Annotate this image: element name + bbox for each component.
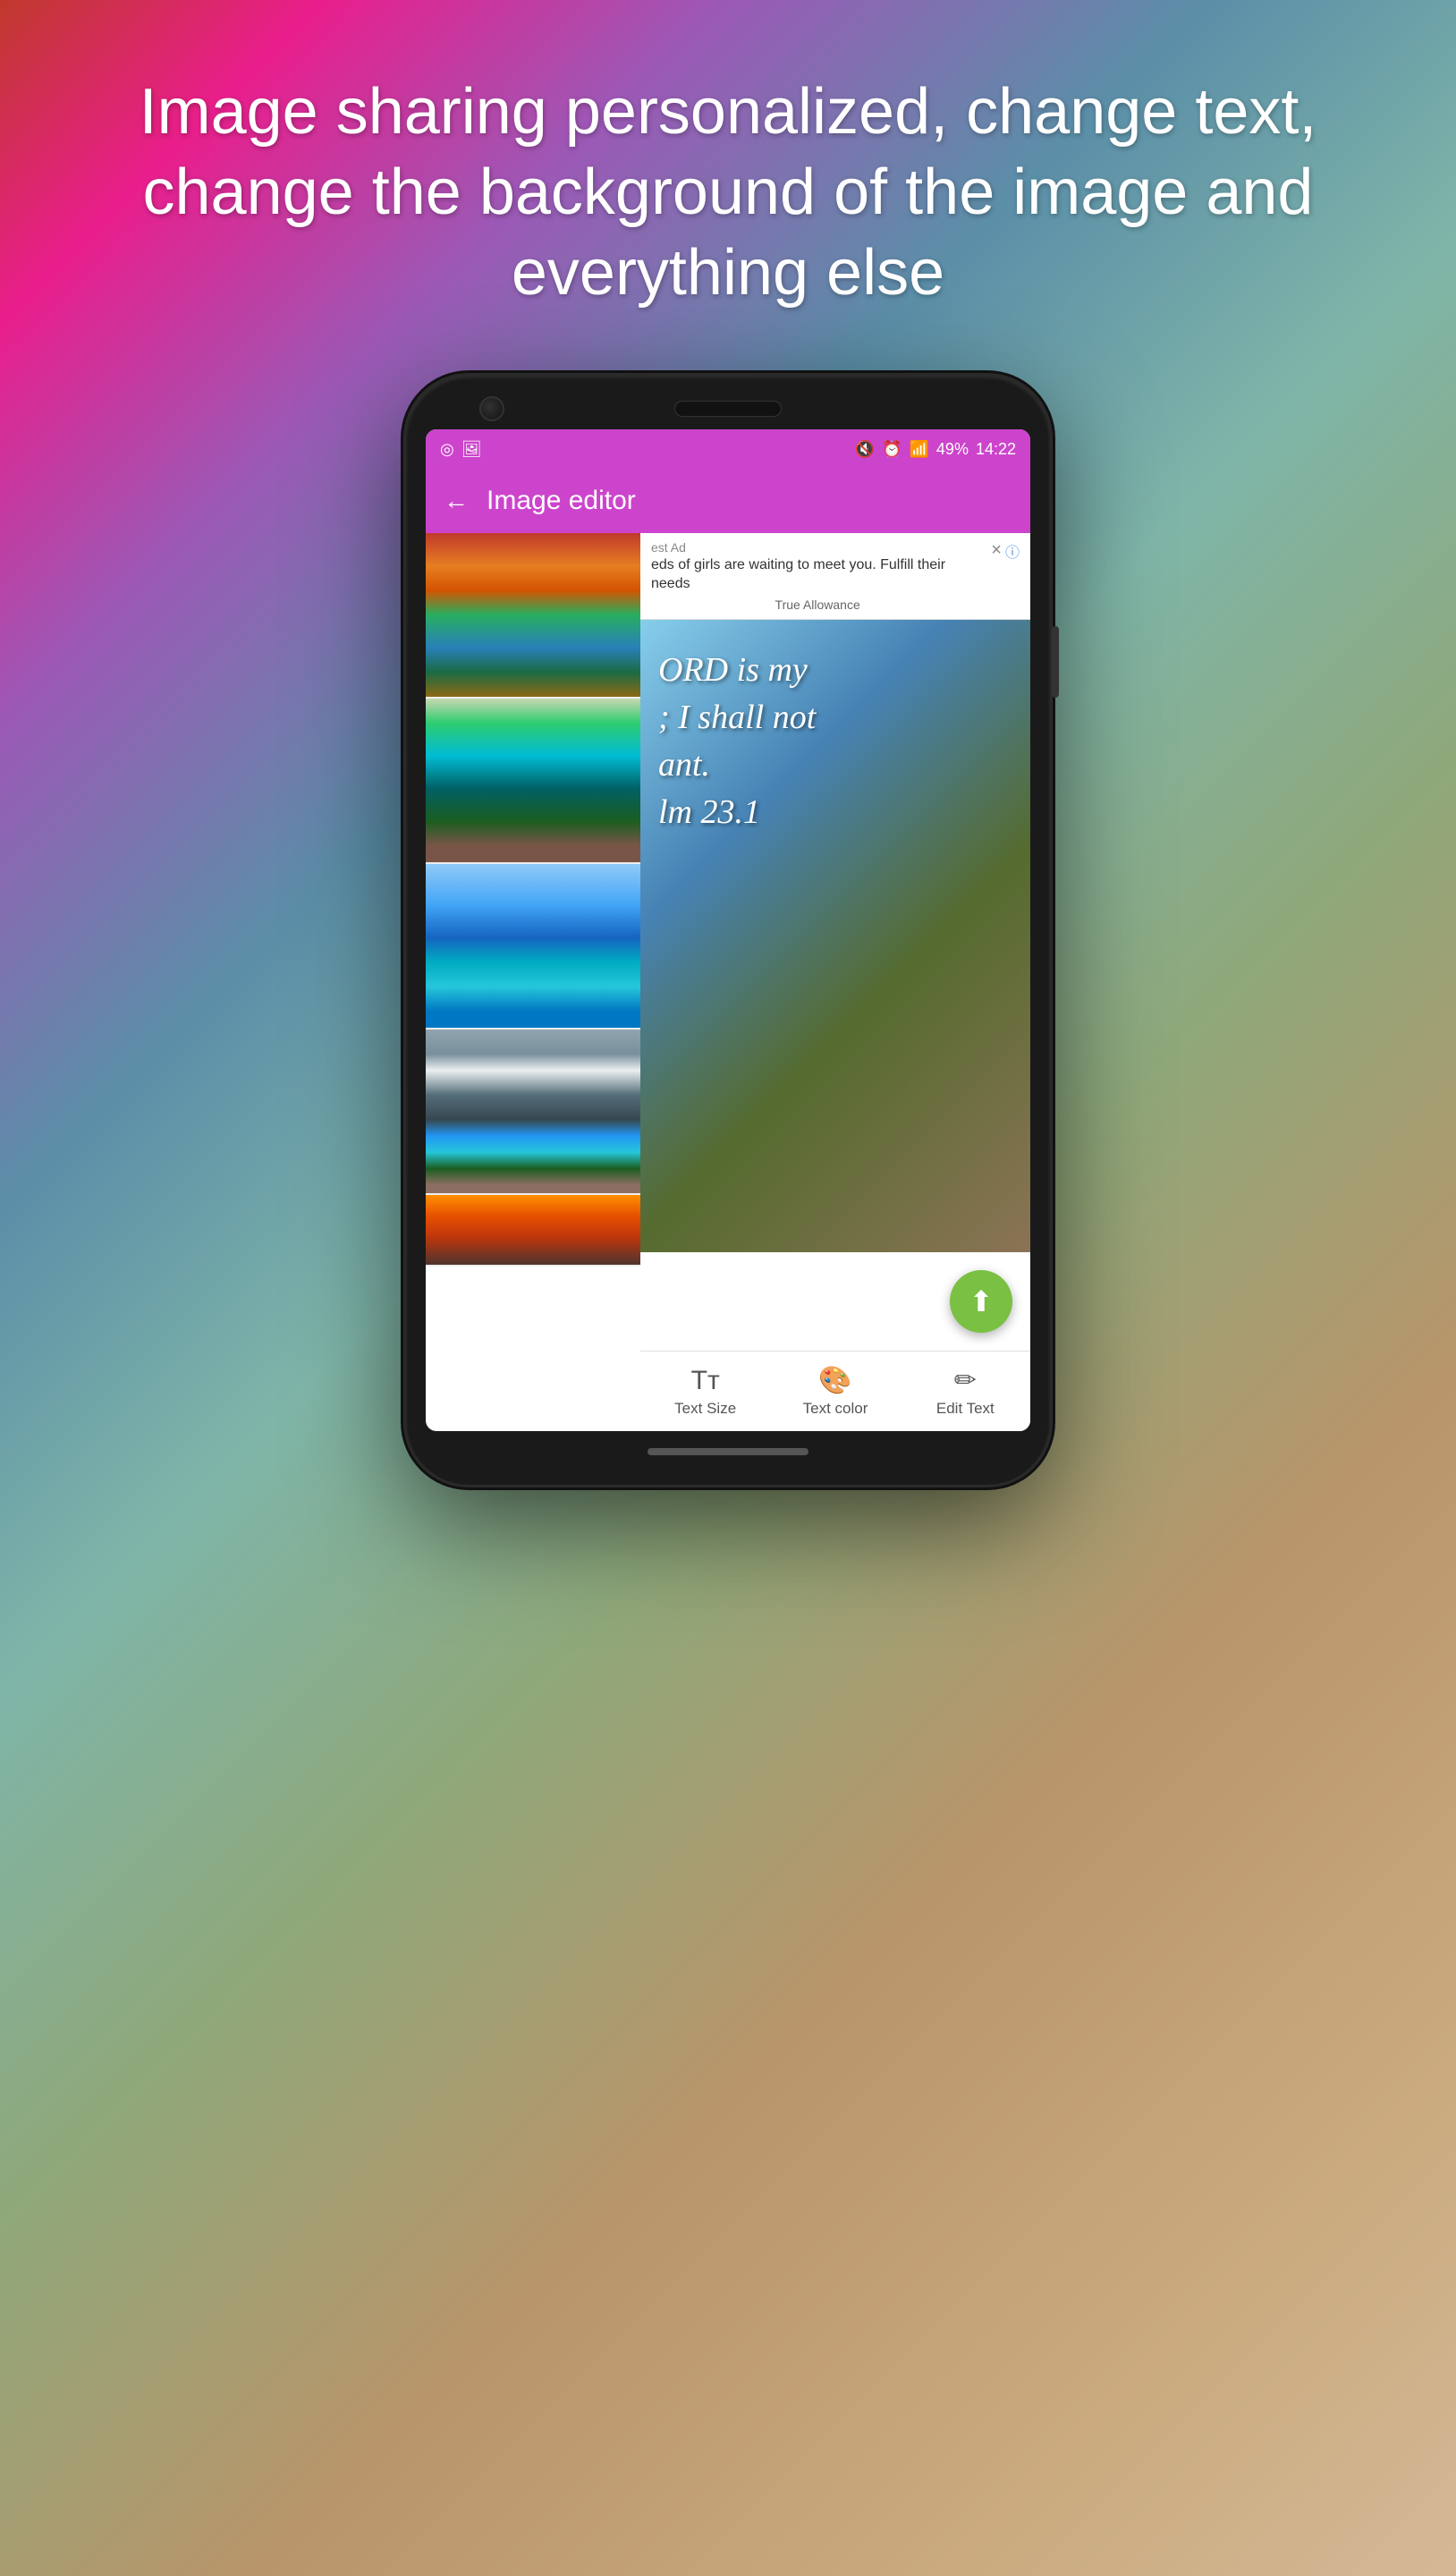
content-area: est Ad eds of girls are waiting to meet … (426, 533, 1030, 1431)
text-color-icon: 🎨 (818, 1365, 851, 1396)
scripture-overlay: ORD is my ; I shall not ant. lm 23.1 (658, 647, 816, 837)
thumbnail-1[interactable] (426, 533, 640, 699)
power-button (1052, 626, 1059, 698)
editor-area: est Ad eds of girls are waiting to meet … (640, 533, 1030, 1431)
scripture-line-3: ant. (658, 741, 816, 789)
edit-text-button[interactable]: ✏ Edit Text (901, 1358, 1030, 1425)
alarm-icon: ⏰ (882, 440, 902, 459)
image-preview: ORD is my ; I shall not ant. lm 23.1 (640, 620, 1030, 1252)
share-icon: ⬆ (969, 1284, 994, 1318)
thumb-inner-1 (426, 533, 640, 697)
thumbnail-5[interactable] (426, 1195, 640, 1267)
status-bar: ◎ 🖼 🔇 ⏰ 📶 49% 14:22 (426, 429, 1030, 469)
app-bar-title: Image editor (487, 486, 636, 516)
phone-bottom-bar (426, 1444, 1030, 1460)
bottom-toolbar: Tт Text Size 🎨 Text color ✏ Edit Text (640, 1351, 1030, 1431)
battery-label: 49% (936, 440, 969, 459)
app-bar: ← Image editor (426, 469, 1030, 533)
status-icon-image: 🖼 (461, 440, 482, 459)
ad-info-icon[interactable]: ⓘ (1005, 540, 1020, 562)
thumbnail-2[interactable] (426, 699, 640, 864)
mute-icon: 🔇 (855, 440, 875, 459)
ad-banner: est Ad eds of girls are waiting to meet … (640, 533, 1030, 620)
phone-screen: ◎ 🖼 🔇 ⏰ 📶 49% 14:22 ← Image editor (426, 429, 1030, 1431)
thumb-inner-2 (426, 699, 640, 862)
headline: Image sharing personalized, change text,… (45, 72, 1411, 313)
edit-text-icon: ✏ (954, 1365, 977, 1396)
ad-close-button[interactable]: × (991, 540, 1002, 561)
wifi-icon: 📶 (910, 440, 929, 459)
status-right-info: 🔇 ⏰ 📶 49% 14:22 (855, 440, 1016, 459)
white-area: ⬆ (640, 1252, 1030, 1351)
back-button[interactable]: ← (444, 487, 469, 515)
ad-label-text: est Ad (651, 540, 686, 555)
thumbnail-4[interactable] (426, 1030, 640, 1195)
earpiece-speaker (674, 401, 782, 417)
phone-body: ◎ 🖼 🔇 ⏰ 📶 49% 14:22 ← Image editor (406, 376, 1050, 1485)
phone-mockup: ◎ 🖼 🔇 ⏰ 📶 49% 14:22 ← Image editor (406, 376, 1050, 1485)
front-camera (479, 396, 504, 421)
image-list (426, 533, 640, 1431)
text-size-icon: Tт (691, 1366, 720, 1396)
edit-text-label: Edit Text (936, 1400, 995, 1418)
thumb-inner-5 (426, 1195, 640, 1265)
text-color-label: Text color (803, 1400, 868, 1418)
ad-text[interactable]: eds of girls are waiting to meet you. Fu… (651, 556, 984, 594)
scripture-line-2: ; I shall not (658, 694, 816, 741)
home-indicator[interactable] (648, 1448, 808, 1455)
share-fab[interactable]: ⬆ (950, 1270, 1012, 1333)
text-size-label: Text Size (674, 1400, 736, 1418)
ad-label: est Ad (651, 540, 984, 555)
thumb-inner-3 (426, 864, 640, 1028)
text-size-button[interactable]: Tт Text Size (640, 1359, 770, 1425)
time-label: 14:22 (976, 440, 1016, 459)
ad-source: True Allowance (651, 597, 984, 612)
status-icon-circle: ◎ (440, 440, 454, 459)
thumbnail-3[interactable] (426, 864, 640, 1030)
phone-top-bar (426, 401, 1030, 417)
status-left-icons: ◎ 🖼 (440, 440, 482, 459)
scripture-line-1: ORD is my (658, 647, 816, 694)
scripture-line-4: lm 23.1 (658, 789, 816, 836)
text-color-button[interactable]: 🎨 Text color (770, 1358, 900, 1425)
ad-content: est Ad eds of girls are waiting to meet … (651, 540, 984, 612)
thumb-inner-4 (426, 1030, 640, 1193)
